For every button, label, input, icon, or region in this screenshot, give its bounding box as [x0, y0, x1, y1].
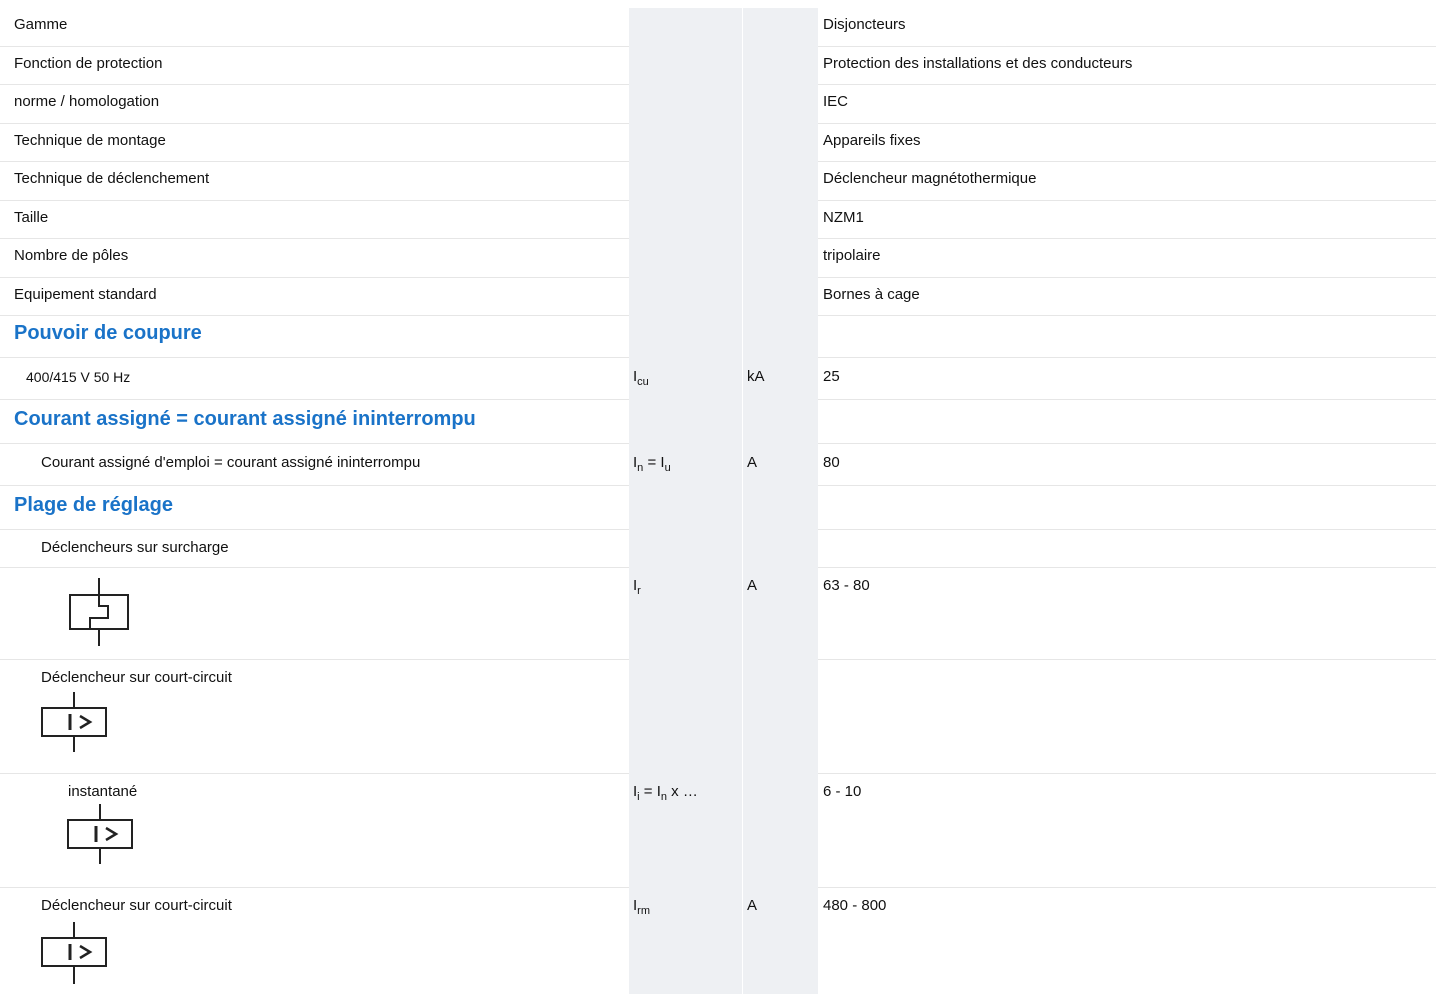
table-row: Equipement standard Bornes à cage: [0, 278, 1436, 316]
magnetic-trip-icon: [66, 804, 136, 864]
row-value: 480 - 800: [823, 897, 887, 914]
row-label: Gamme: [14, 16, 68, 33]
row-value: Bornes à cage: [823, 285, 920, 303]
table-row: Taille NZM1: [0, 201, 1436, 239]
table-row: Fonction de protection Protection des ins…: [0, 47, 1436, 85]
section-setting: Plage de réglage: [0, 486, 1436, 530]
table-row: instantané Ii = In x … 6 - 10: [0, 774, 1436, 888]
table-row: 400/415 V 50 Hz Icu kA 25: [0, 358, 1436, 400]
row-label: Taille: [14, 208, 49, 226]
row-value: 6 - 10: [823, 783, 862, 800]
row-value: NZM1: [823, 208, 864, 226]
row-value: 80: [823, 454, 840, 471]
row-symbol: Icu: [633, 368, 649, 388]
section-heading: Courant assigné = courant assigné ininte…: [14, 408, 476, 430]
row-value: Déclencheur magnétothermique: [823, 170, 1037, 187]
row-unit: A: [747, 577, 758, 594]
row-unit: A: [747, 897, 758, 914]
row-label: Courant assigné d'emploi = courant assig…: [41, 454, 421, 471]
row-value: 25: [823, 368, 840, 385]
row-value: Appareils fixes: [823, 131, 921, 149]
row-symbol: In = Iu: [633, 454, 671, 474]
table-row: Déclencheur sur court-circuit Irm A 480 …: [0, 888, 1436, 994]
table-row: Nombre de pôles tripolaire: [0, 239, 1436, 278]
row-label: Technique de montage: [14, 131, 166, 149]
table-row: Ir A 63 - 80: [0, 568, 1436, 660]
table-row: Gamme Disjoncteurs: [0, 8, 1436, 47]
row-label: 400/415 V 50 Hz: [26, 369, 131, 385]
row-label: Déclencheur sur court-circuit: [41, 669, 232, 686]
table-row: Technique de déclenchement Déclencheur ma…: [0, 162, 1436, 201]
row-label: Equipement standard: [14, 285, 157, 303]
section-heading: Plage de réglage: [14, 494, 173, 516]
table-row: Déclencheur sur court-circuit: [0, 660, 1436, 774]
row-symbol: Irm: [633, 897, 650, 917]
row-value: tripolaire: [823, 247, 881, 264]
section-heading: Pouvoir de coupure: [14, 322, 202, 344]
row-label: norme / homologation: [14, 93, 160, 110]
thermal-trip-icon: [68, 578, 130, 646]
row-label: instantané: [68, 783, 138, 800]
row-symbol: Ii = In x …: [633, 783, 698, 803]
row-symbol: Ir: [633, 577, 641, 597]
row-value: 63 - 80: [823, 577, 870, 594]
row-value: Disjoncteurs: [823, 16, 906, 33]
row-label: Déclencheur sur court-circuit: [41, 897, 232, 914]
row-label: Fonction de protection: [14, 54, 163, 72]
row-label: Technique de déclenchement: [14, 170, 210, 187]
row-label: Nombre de pôles: [14, 247, 129, 264]
table-row: norme / homologation IEC: [0, 85, 1436, 124]
section-rated: Courant assigné = courant assigné ininte…: [0, 400, 1436, 444]
table-row: Technique de montage Appareils fixes: [0, 124, 1436, 162]
row-label: Déclencheurs sur surcharge: [41, 539, 229, 556]
row-value: IEC: [823, 93, 849, 110]
magnetic-trip-icon: [40, 692, 110, 752]
row-unit: A: [747, 454, 758, 471]
table-row: Déclencheurs sur surcharge: [0, 530, 1436, 568]
section-breaking: Pouvoir de coupure: [0, 316, 1436, 358]
table-row: Courant assigné d'emploi = courant assig…: [0, 444, 1436, 486]
row-value: Protection des installations et des cond…: [823, 54, 1133, 72]
magnetic-trip-icon: [40, 922, 110, 984]
row-unit: kA: [747, 368, 765, 385]
